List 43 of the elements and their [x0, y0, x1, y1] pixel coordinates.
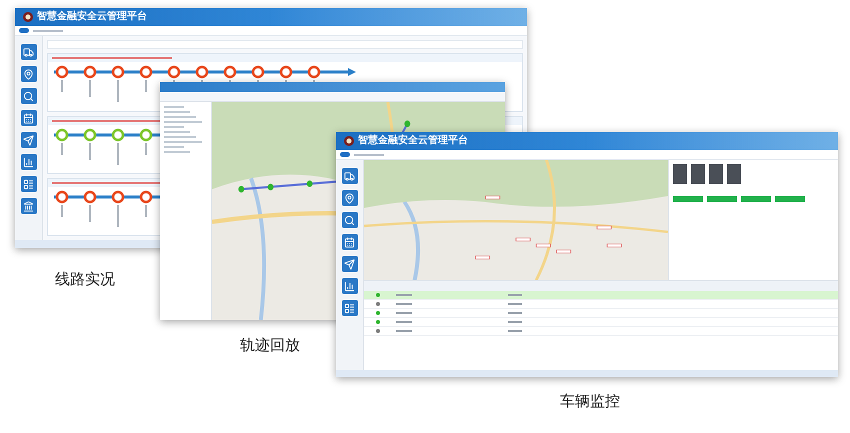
sidebar-item[interactable]	[20, 132, 36, 148]
sidebar-item[interactable]	[20, 154, 36, 170]
sidebar-item[interactable]	[20, 88, 36, 104]
map-pin-icon	[344, 192, 355, 204]
sidebar-item[interactable]	[342, 278, 358, 294]
caption: 线路实况	[55, 269, 115, 290]
list-icon	[23, 178, 34, 190]
calendar-icon	[344, 236, 355, 248]
window-title: 智慧金融安全云管理平台	[358, 136, 468, 146]
sidebar-item[interactable]	[20, 44, 36, 60]
calendar-icon	[23, 112, 34, 124]
map-pin-icon	[23, 68, 34, 80]
sidebar-item[interactable]	[342, 190, 358, 206]
sidebar-item[interactable]	[342, 256, 358, 272]
photo-placeholder	[691, 164, 705, 184]
sidebar-item[interactable]	[342, 168, 358, 184]
truck-icon	[23, 46, 34, 58]
caption: 车辆监控	[560, 391, 620, 412]
shield-logo-icon	[23, 12, 33, 22]
search-icon	[344, 214, 355, 226]
sidebar-item[interactable]	[20, 110, 36, 126]
truck-icon	[344, 170, 355, 182]
photo-placeholder	[709, 164, 723, 184]
sidebar-item[interactable]	[20, 66, 36, 82]
caption: 轨迹回放	[240, 335, 300, 356]
sidebar-item[interactable]	[342, 300, 358, 316]
shield-logo-icon	[344, 136, 354, 146]
window-title: 智慧金融安全云管理平台	[37, 12, 147, 22]
toggle-switch[interactable]	[340, 152, 350, 157]
list-icon	[344, 302, 355, 314]
sidebar-item[interactable]	[20, 198, 36, 214]
photo-placeholder	[673, 164, 687, 184]
sidebar-item[interactable]	[342, 234, 358, 250]
sidebar-item[interactable]	[20, 176, 36, 192]
send-icon	[344, 258, 355, 270]
photo-placeholder	[727, 164, 741, 184]
toggle-switch[interactable]	[19, 28, 29, 33]
bank-icon	[23, 200, 34, 212]
search-icon	[23, 90, 34, 102]
bar-chart-icon	[344, 280, 355, 292]
send-icon	[23, 134, 34, 146]
bar-chart-icon	[23, 156, 34, 168]
sidebar-item[interactable]	[342, 212, 358, 228]
